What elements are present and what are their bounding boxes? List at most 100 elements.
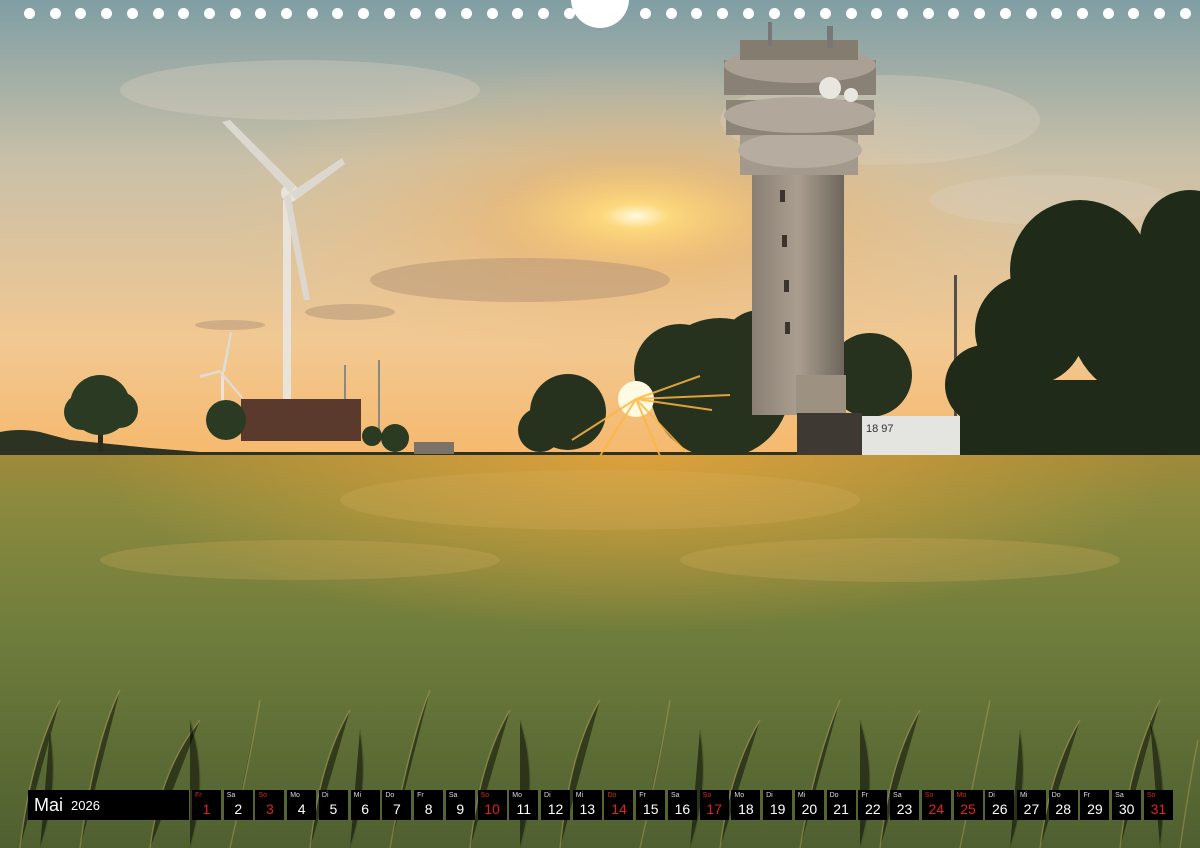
binding-hole (75, 8, 87, 19)
day-number: 2 (234, 801, 243, 817)
binding-hole (306, 8, 318, 19)
binding-hole (24, 8, 35, 19)
binding-hole (486, 8, 498, 19)
weekday-label: Mo (290, 792, 300, 799)
day-number: 30 (1118, 801, 1135, 817)
binding-hole (101, 8, 113, 19)
day-number: 10 (484, 801, 500, 817)
day-number: 20 (801, 801, 818, 817)
weekday-label: Sa (893, 792, 902, 799)
weekday-label: Mo (734, 792, 745, 799)
binding-hole (126, 8, 138, 19)
day-number: 8 (424, 801, 433, 817)
day-number: 27 (1023, 801, 1040, 817)
day-cell: Fr 22 (858, 790, 888, 820)
day-number: 1 (202, 801, 211, 817)
binding-hole (229, 8, 241, 19)
day-cell: So 24 (921, 790, 951, 820)
day-number: 19 (769, 801, 786, 817)
day-number: 29 (1087, 801, 1103, 817)
binding-hole (845, 8, 857, 19)
weekday-label: Fr (861, 792, 868, 799)
calendar-page: 18 97 Mai 2026 Fr 1 Sa 2 So 3 Mo 4 Di 5 … (0, 0, 1200, 848)
day-number: 14 (611, 801, 627, 817)
weekday-label: So (1146, 792, 1156, 799)
day-number: 18 (738, 801, 754, 817)
day-cell: Fr 1 (192, 790, 221, 820)
day-cell: Sa 2 (223, 790, 253, 820)
day-cell: Sa 30 (1112, 790, 1142, 820)
day-cell: Mi 13 (572, 790, 602, 820)
day-number: 17 (706, 801, 722, 817)
day-cell: Fr 15 (636, 790, 666, 820)
weekday-label: Sa (226, 792, 236, 799)
binding-hole (897, 8, 908, 19)
weekday-label: So (480, 792, 490, 799)
weekday-label: Fr (417, 792, 424, 799)
day-cell: Di 26 (985, 790, 1015, 820)
day-number: 16 (674, 801, 691, 817)
binding-hole (922, 8, 934, 19)
day-number: 28 (1055, 801, 1071, 817)
day-number: 12 (547, 801, 564, 817)
weekday-label: Do (1051, 792, 1061, 799)
day-number: 24 (928, 801, 945, 817)
month-year: 2026 (71, 798, 100, 813)
day-cell: So 31 (1143, 790, 1173, 820)
binding-hole (794, 8, 806, 19)
binding-hole (819, 8, 831, 19)
day-cell: Di 19 (763, 790, 793, 820)
day-cell: So 10 (477, 790, 507, 820)
weekday-label: So (702, 792, 712, 799)
binding-hole (742, 8, 754, 19)
binding-hole (1154, 8, 1165, 19)
month-label-box: Mai 2026 (28, 790, 189, 820)
day-number: 7 (392, 801, 401, 817)
binding-hole (640, 8, 651, 19)
day-number: 13 (579, 801, 596, 817)
weekday-label: Sa (448, 792, 458, 799)
hanger-cutout (571, 0, 629, 28)
binding-hole (999, 8, 1011, 19)
binding-hole (1128, 8, 1140, 19)
weekday-label: Di (988, 792, 995, 799)
binding-hole (435, 8, 447, 19)
weekday-label: Di (766, 792, 773, 799)
weekday-label: Sa (1115, 792, 1124, 799)
binding-hole (460, 8, 472, 19)
day-cell: Mo 4 (287, 790, 317, 820)
binding-hole (1102, 8, 1114, 19)
binding-hole (691, 8, 703, 19)
day-cell: Do 14 (604, 790, 634, 820)
binding-hole (871, 8, 883, 19)
month-name: Mai (34, 795, 64, 815)
binding-hole (1051, 8, 1063, 19)
day-cell: So 17 (699, 790, 729, 820)
day-cell: Fr 29 (1080, 790, 1110, 820)
binding-hole (203, 8, 215, 19)
binding-hole (383, 8, 395, 19)
day-cell: Do 21 (826, 790, 856, 820)
day-number: 3 (266, 801, 274, 817)
weekday-label: Mi (575, 792, 584, 799)
day-cell: Di 12 (541, 790, 571, 820)
weekday-label: Mi (1019, 792, 1028, 799)
binding-hole (332, 8, 344, 19)
day-number: 15 (642, 801, 659, 817)
weekday-label: So (924, 792, 934, 799)
binding-hole (152, 8, 164, 19)
day-number: 31 (1150, 801, 1167, 817)
binding-hole (1076, 8, 1088, 19)
binding-hole (974, 8, 986, 19)
day-cell: Sa 16 (667, 790, 697, 820)
building-sign: 18 97 (866, 423, 894, 435)
binding-hole (665, 8, 677, 19)
weekday-label: Sa (670, 792, 680, 799)
day-cell: Mo 18 (731, 790, 761, 820)
weekday-label: Mi (353, 792, 362, 799)
binding-hole (512, 8, 524, 19)
weekday-label: Fr (639, 792, 646, 799)
day-cell: Do 7 (382, 790, 412, 820)
day-cell: Sa 9 (445, 790, 475, 820)
calendar-strip: Mai 2026 Fr 1 Sa 2 So 3 Mo 4 Di 5 Mi 6 Do 7 Fr 8 Sa 9 So 10… (28, 790, 1173, 820)
